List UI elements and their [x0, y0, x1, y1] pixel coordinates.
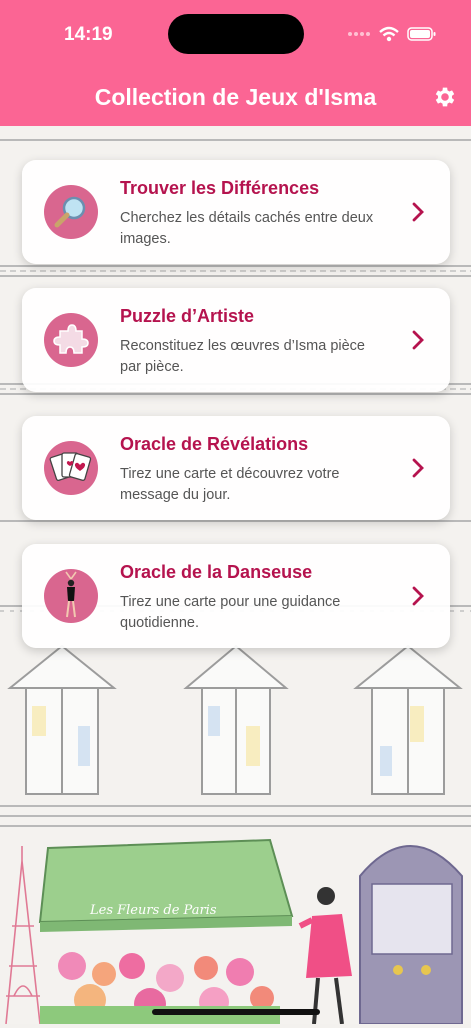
chevron-right-icon — [412, 202, 424, 222]
battery-icon — [407, 27, 436, 41]
game-card-oracle-revelations[interactable]: Oracle de Révélations Tirez une carte et… — [22, 416, 450, 520]
game-title: Trouver les Différences — [120, 178, 320, 198]
status-icons — [347, 26, 437, 42]
chevron-right-icon — [412, 458, 424, 478]
dynamic-island — [168, 14, 304, 54]
status-time: 14:19 — [64, 24, 113, 45]
game-title: Puzzle d’Artiste — [120, 306, 255, 326]
game-card-oracle-dancer[interactable]: Oracle de la Danseuse Tirez une carte po… — [22, 544, 450, 648]
magnifier-icon — [44, 185, 98, 239]
chevron-right-icon — [412, 586, 424, 606]
game-description: Tirez une carte et découvrez votre messa… — [120, 466, 340, 503]
game-description: Cherchez les détails cachés entre deux i… — [120, 210, 374, 247]
gear-icon[interactable] — [432, 84, 458, 110]
cards-icon — [44, 441, 98, 495]
dancer-icon — [44, 569, 98, 623]
puzzle-icon — [44, 313, 98, 367]
app-header: 14:19 Collection de Jeux d'Isma — [0, 0, 471, 126]
signal-dots-icon — [348, 32, 370, 36]
status-bar: 14:19 — [0, 0, 471, 70]
svg-text:Les Fleurs de Paris: Les Fleurs de Paris — [89, 903, 217, 918]
game-description: Reconstituez les œuvres d’Isma pièce par… — [120, 338, 365, 375]
chevron-right-icon — [412, 330, 424, 350]
home-indicator[interactable] — [152, 1009, 320, 1015]
game-title: Oracle de la Danseuse — [120, 562, 313, 582]
wifi-icon — [379, 26, 399, 42]
page-title: Collection de Jeux d'Isma — [94, 84, 377, 110]
game-title: Oracle de Révélations — [120, 434, 309, 454]
game-description: Tirez une carte pour une guidance quotid… — [120, 594, 341, 631]
game-card-puzzle[interactable]: Puzzle d’Artiste Reconstituez les œuvres… — [22, 288, 450, 392]
game-card-differences[interactable]: Trouver les Différences Cherchez les dét… — [22, 160, 450, 264]
